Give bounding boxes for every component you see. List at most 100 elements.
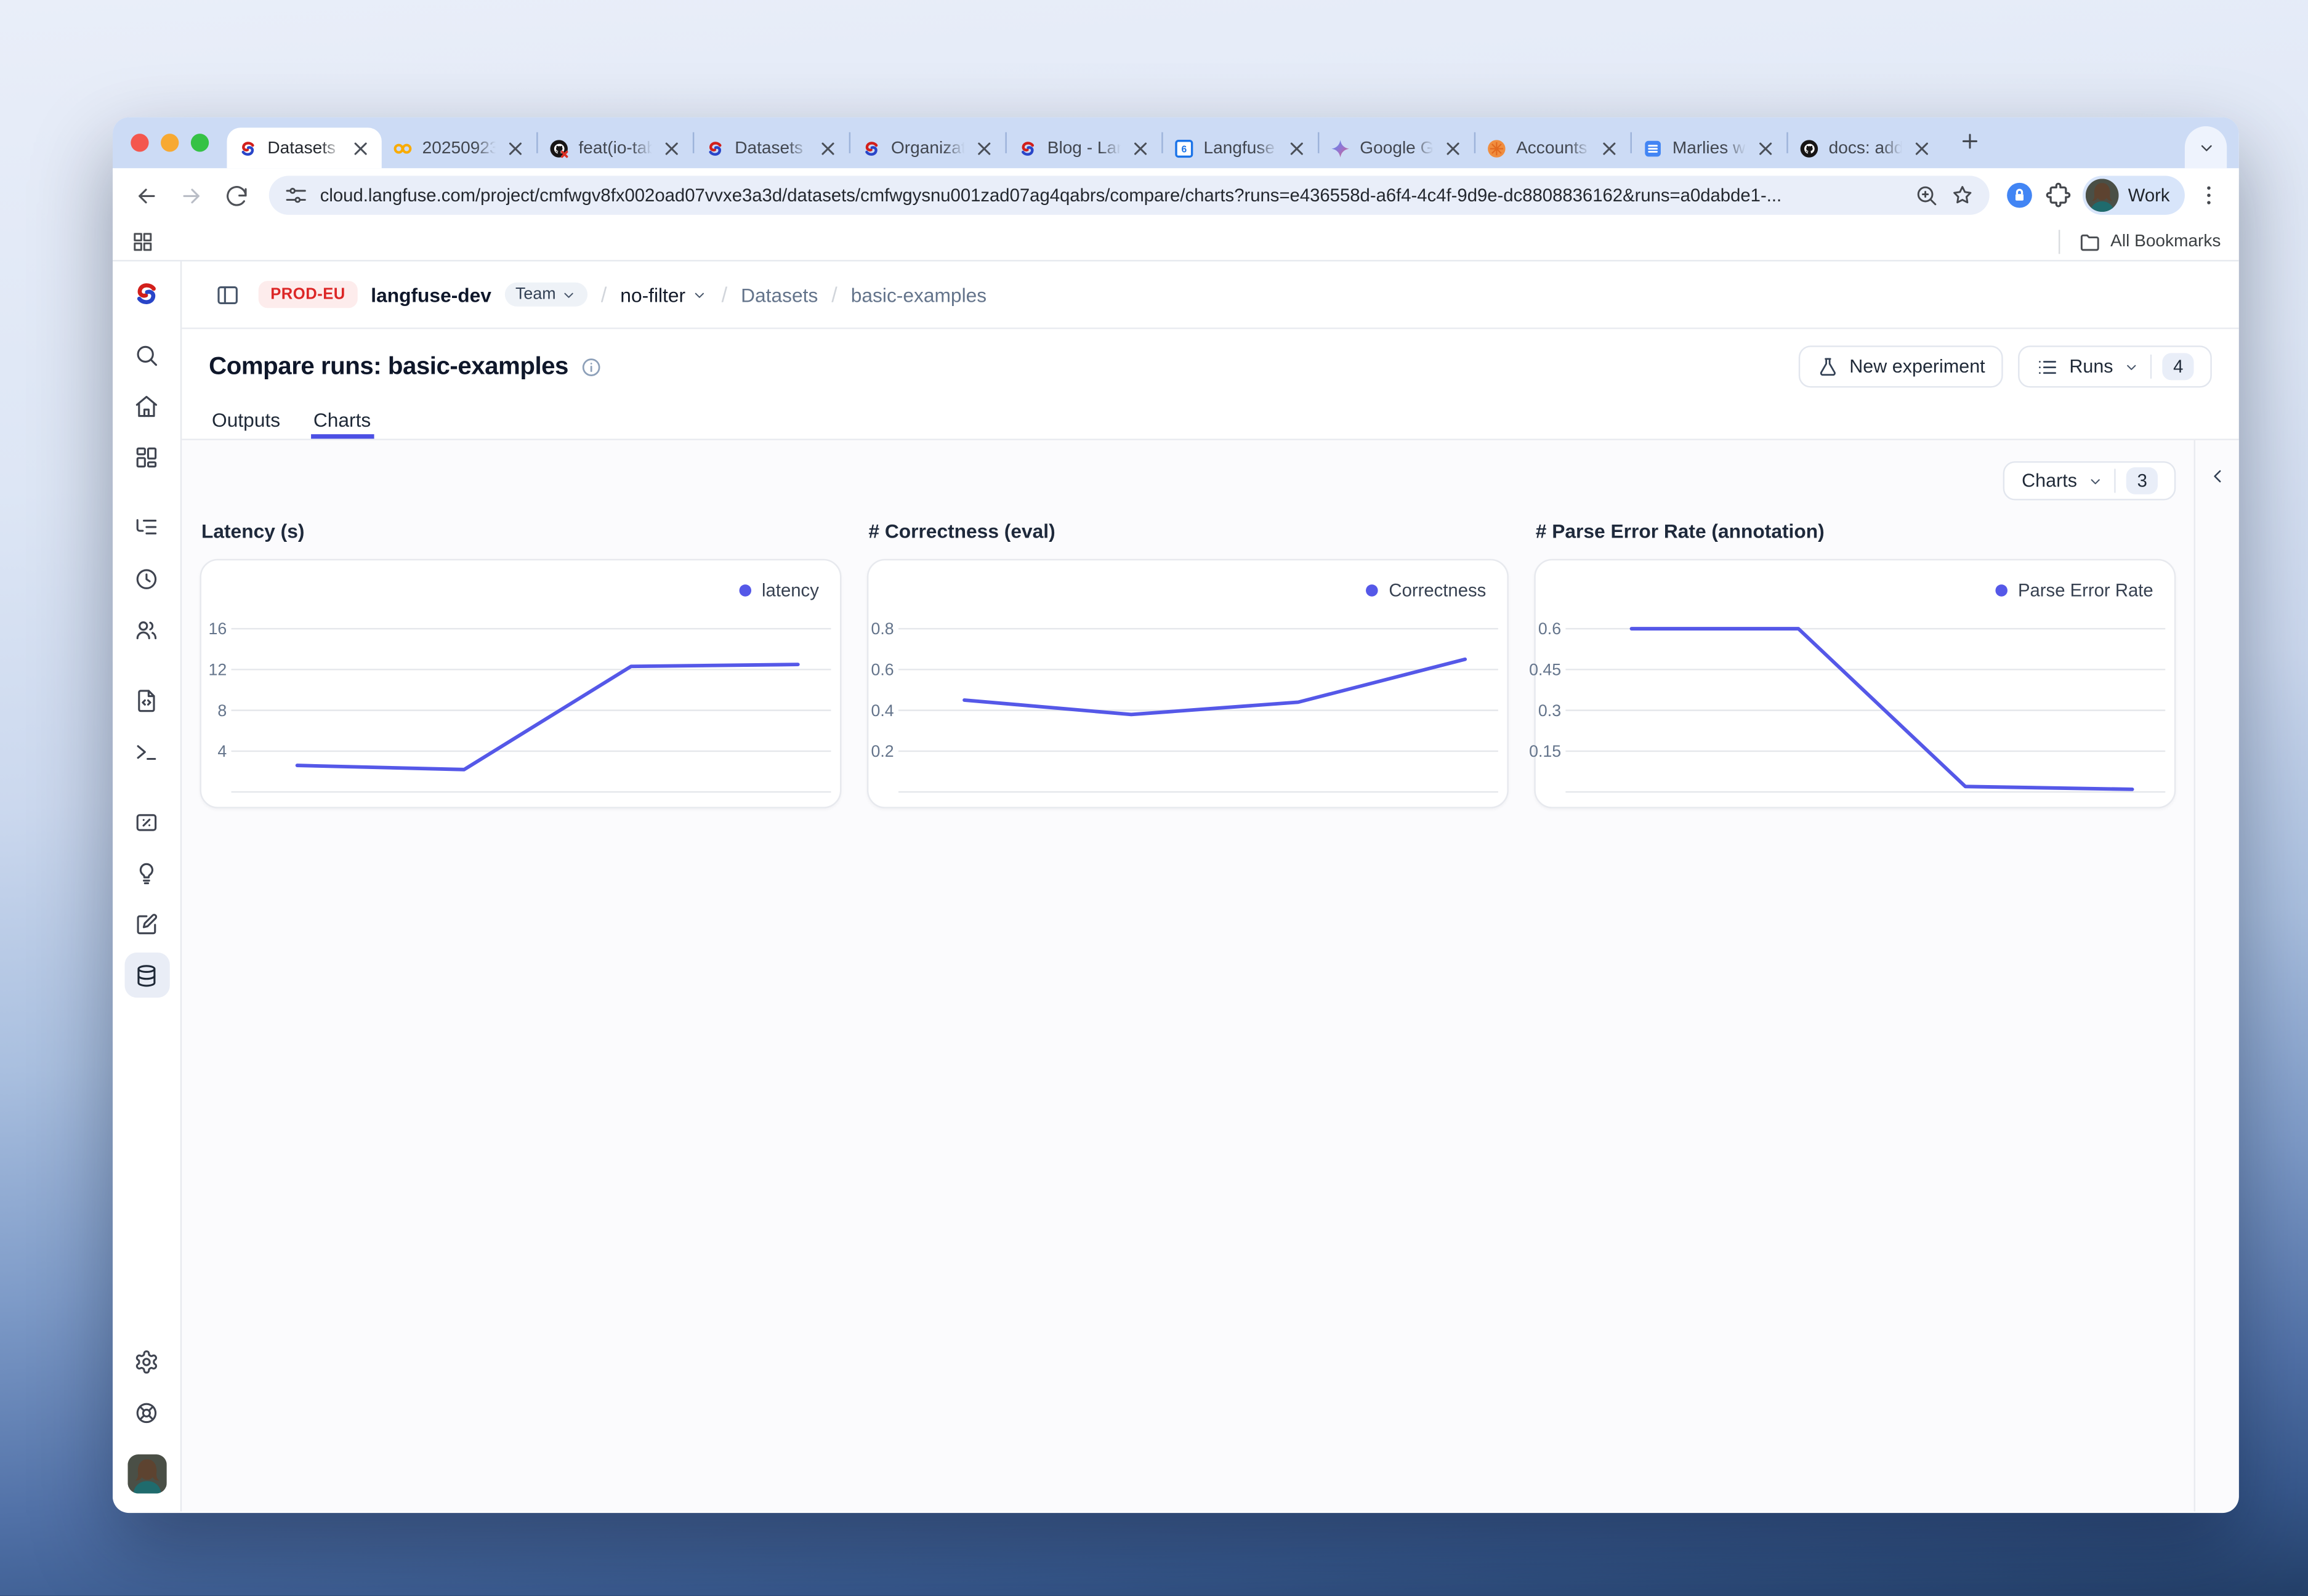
site-settings-icon[interactable]: [284, 183, 308, 208]
user-avatar[interactable]: [127, 1454, 166, 1493]
sidebar-item-playground[interactable]: [124, 728, 169, 773]
chart-block-3: # Parse Error Rate (annotation)0.150.30.…: [1534, 518, 2176, 808]
breadcrumb-separator: /: [722, 283, 727, 307]
langfuse-favicon: [238, 137, 259, 158]
browser-tab-11[interactable]: docs: add: [1788, 127, 1943, 168]
svg-text:0.15: 0.15: [1529, 742, 1561, 760]
chart-block-1: Latency (s)481216latency: [200, 518, 842, 808]
breadcrumb-dataset-name[interactable]: basic-examples: [851, 283, 987, 306]
content-area: Charts 3 Latency (s)481216latency# Corre…: [182, 440, 2239, 1512]
tab-close-icon[interactable]: [1442, 137, 1463, 158]
desktop-background: Datasets | L 20250923 feat(io-tab Datasets …: [0, 0, 2308, 1596]
new-experiment-button[interactable]: New experiment: [1798, 345, 2003, 387]
back-button[interactable]: [127, 177, 164, 214]
sidebar-item-search[interactable]: [124, 332, 169, 377]
collapse-panel-button[interactable]: [2201, 460, 2234, 493]
close-window-button[interactable]: [131, 134, 148, 151]
svg-text:8: 8: [217, 701, 227, 720]
browser-tab-2[interactable]: 20250923: [382, 127, 536, 168]
breadcrumb-datasets[interactable]: Datasets: [741, 283, 818, 306]
tab-close-icon[interactable]: [350, 137, 371, 158]
svg-text:0.3: 0.3: [1538, 701, 1561, 720]
langfuse-logo-icon[interactable]: [131, 278, 162, 309]
chart-title: Latency (s): [201, 518, 841, 546]
browser-tab-3[interactable]: feat(io-tab: [538, 127, 693, 168]
browser-tab-6[interactable]: Blog - Lang: [1007, 127, 1161, 168]
new-experiment-label: New experiment: [1849, 356, 1985, 377]
browser-tab-7[interactable]: 6Langfuse -: [1163, 127, 1318, 168]
tab-charts[interactable]: Charts: [310, 404, 374, 438]
breadcrumb-project[interactable]: no-filter: [620, 283, 708, 306]
charts-select-label: Charts: [2022, 470, 2077, 491]
sidebar-item-users[interactable]: [124, 607, 169, 652]
tab-close-icon[interactable]: [817, 137, 838, 158]
tab-close-icon[interactable]: [1130, 137, 1151, 158]
sidebar-toggle-button[interactable]: [209, 276, 245, 313]
info-icon[interactable]: [580, 355, 603, 378]
breadcrumb-org[interactable]: langfuse-dev: [371, 283, 491, 306]
forward-button[interactable]: [173, 177, 209, 214]
sidebar-item-annotation[interactable]: [124, 901, 169, 946]
tab-close-icon[interactable]: [1286, 137, 1307, 158]
app-main: PROD-EU langfuse-dev Team / no-filter / …: [182, 262, 2239, 1512]
charts-select-button[interactable]: Charts 3: [2004, 461, 2176, 500]
bookmark-star-icon[interactable]: [1951, 183, 1975, 208]
tab-close-icon[interactable]: [1911, 137, 1932, 158]
legend-label: Correctness: [1389, 580, 1486, 601]
browser-tab-4[interactable]: Datasets | L: [694, 127, 849, 168]
tab-close-icon[interactable]: [1599, 137, 1620, 158]
browser-tab-9[interactable]: Accounts |: [1475, 127, 1630, 168]
divider: [2151, 355, 2152, 379]
org-plan-badge[interactable]: Team: [505, 283, 587, 307]
bookmarks-bar: All Bookmarks: [113, 222, 2239, 261]
sidebar-item-home[interactable]: [124, 383, 169, 428]
sidebar-item-tracing[interactable]: [124, 505, 169, 550]
sidebar-item-prompts[interactable]: [124, 677, 169, 722]
address-bar[interactable]: cloud.langfuse.com/project/cmfwgv8fx002o…: [269, 175, 1990, 214]
tab-close-icon[interactable]: [974, 137, 995, 158]
zoom-icon[interactable]: [1915, 183, 1939, 208]
tab-title: feat(io-tab: [578, 139, 652, 157]
sidebar-item-support[interactable]: [124, 1390, 169, 1435]
langfuse-favicon: [1017, 137, 1038, 158]
tab-title: Datasets | L: [267, 139, 341, 157]
minimize-window-button[interactable]: [161, 134, 179, 151]
password-extension-icon[interactable]: [2005, 180, 2035, 211]
browser-toolbar: cloud.langfuse.com/project/cmfwgv8fx002o…: [113, 168, 2239, 222]
browser-tab-8[interactable]: Google Ge: [1319, 127, 1474, 168]
svg-text:16: 16: [209, 619, 227, 638]
new-tab-button[interactable]: [1952, 125, 1988, 161]
tab-outputs[interactable]: Outputs: [209, 404, 283, 438]
tab-close-icon[interactable]: [505, 137, 526, 158]
breadcrumb: PROD-EU langfuse-dev Team / no-filter / …: [182, 262, 2239, 329]
extensions-puzzle-icon[interactable]: [2044, 180, 2074, 211]
profile-chip[interactable]: Work: [2083, 175, 2185, 214]
svg-text:0.6: 0.6: [1538, 619, 1561, 638]
runs-select-button[interactable]: Runs 4: [2018, 345, 2211, 387]
browser-tab-1[interactable]: Datasets | L: [227, 127, 381, 168]
apps-grid-icon[interactable]: [131, 229, 155, 253]
maximize-window-button[interactable]: [191, 134, 209, 151]
page-header: Compare runs: basic-examples New experim…: [182, 329, 2239, 404]
sidebar-item-sessions[interactable]: [124, 556, 169, 601]
reload-button[interactable]: [218, 177, 254, 214]
sidebar-item-insights[interactable]: [124, 850, 169, 895]
browser-tab-10[interactable]: Marlies we: [1632, 127, 1786, 168]
all-bookmarks-button[interactable]: All Bookmarks: [2058, 229, 2221, 253]
sidebar-item-datasets[interactable]: [124, 953, 169, 997]
runs-label: Runs: [2069, 356, 2113, 377]
browser-tab-5[interactable]: Organizatio: [850, 127, 1005, 168]
tab-search-caret-button[interactable]: [2185, 126, 2227, 168]
sidebar-item-dashboards[interactable]: [124, 434, 169, 479]
breadcrumb-separator: /: [601, 283, 607, 307]
sidebar-item-evaluation[interactable]: [124, 799, 169, 844]
tab-title: Datasets | L: [735, 139, 809, 157]
tab-close-icon[interactable]: [1755, 137, 1776, 158]
charts-count-badge: 3: [2127, 467, 2158, 494]
browser-window: Datasets | L 20250923 feat(io-tab Datasets …: [113, 117, 2239, 1513]
tab-close-icon[interactable]: [661, 137, 682, 158]
browser-menu-kebab-icon[interactable]: [2194, 180, 2224, 211]
all-bookmarks-label: All Bookmarks: [2110, 232, 2221, 250]
chart-legend: Parse Error Rate: [1995, 580, 2153, 601]
sidebar-item-settings[interactable]: [124, 1339, 169, 1384]
